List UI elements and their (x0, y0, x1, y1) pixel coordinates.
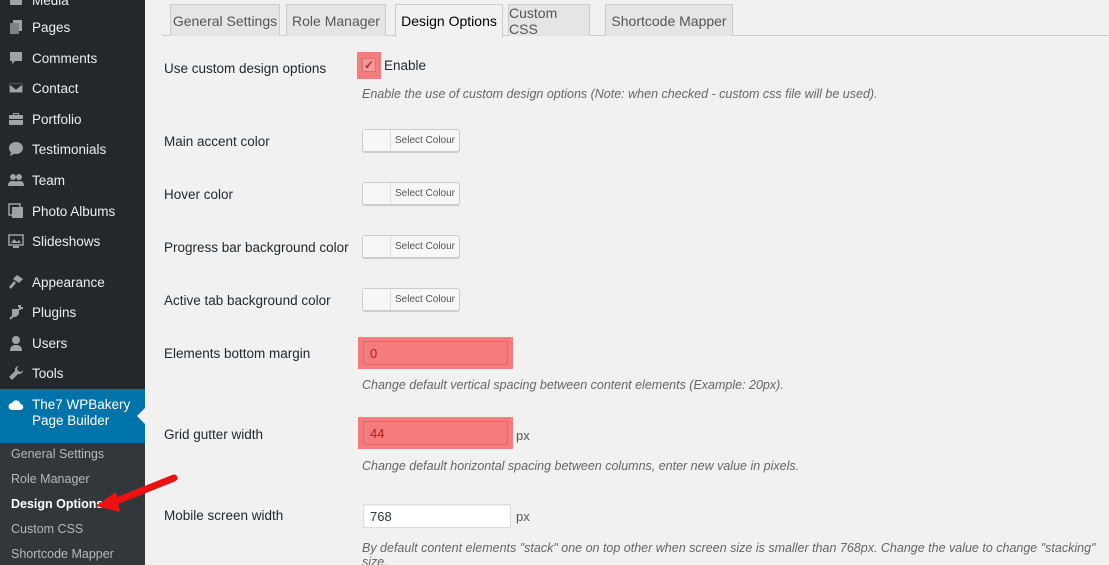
photo-albums-icon (8, 203, 24, 219)
submenu-design-options[interactable]: Design Options (11, 497, 103, 511)
team-icon (8, 172, 24, 188)
hover-color-button[interactable]: Select Colour (362, 182, 460, 205)
mobile-width-input[interactable] (363, 504, 511, 528)
sidebar-item-testimonials[interactable]: Testimonials (0, 134, 145, 164)
cloud-icon (8, 397, 24, 413)
sidebar-item-tools[interactable]: Tools (0, 358, 145, 388)
paintbrush-icon (8, 274, 24, 290)
progress-bar-color-label: Progress bar background color (164, 240, 349, 255)
bottom-margin-input[interactable] (363, 341, 508, 365)
user-icon (8, 335, 24, 351)
tab-general-settings[interactable]: General Settings (170, 4, 280, 36)
plugin-icon (8, 304, 24, 320)
sidebar-item-pages[interactable]: Pages (0, 12, 145, 42)
mobile-width-label: Mobile screen width (164, 508, 284, 523)
gutter-input[interactable] (363, 421, 508, 445)
admin-sidebar: Media Pages Comments Contact Portfolio T… (0, 0, 145, 565)
sidebar-item-photo-albums[interactable]: Photo Albums (0, 196, 145, 226)
enable-label[interactable]: Enable (384, 58, 426, 73)
gutter-unit: px (516, 428, 530, 443)
briefcase-icon (8, 111, 24, 127)
checkbox-highlight: ✓ (357, 52, 381, 79)
tab-role-manager[interactable]: Role Manager (286, 4, 386, 36)
sidebar-item-slideshows[interactable]: Slideshows (0, 226, 145, 256)
tab-shortcode-mapper[interactable]: Shortcode Mapper (605, 4, 733, 36)
color-swatch (363, 183, 391, 204)
bottom-margin-highlight (358, 337, 513, 369)
tab-bar: General Settings Role Manager Design Opt… (162, 0, 1109, 37)
color-swatch (363, 236, 391, 257)
active-tab-color-label: Active tab background color (164, 293, 331, 308)
envelope-icon (8, 80, 24, 96)
enable-checkbox[interactable]: ✓ (362, 58, 376, 72)
submenu-general-settings[interactable]: General Settings (11, 447, 104, 461)
bottom-margin-description: Change default vertical spacing between … (362, 378, 784, 392)
gutter-description: Change default horizontal spacing betwee… (362, 459, 800, 473)
submenu-shortcode-mapper[interactable]: Shortcode Mapper (11, 547, 114, 561)
color-swatch (363, 289, 391, 310)
main-accent-color-button[interactable]: Select Colour (362, 129, 460, 152)
active-indicator (137, 408, 145, 424)
sidebar-item-plugins[interactable]: Plugins (0, 297, 145, 327)
custom-design-description: Enable the use of custom design options … (362, 87, 878, 101)
gutter-label: Grid gutter width (164, 427, 264, 442)
comments-icon (8, 50, 24, 66)
mobile-width-unit: px (516, 509, 530, 524)
sidebar-item-wpbakery[interactable]: The7 WPBakery Page Builder (0, 389, 145, 443)
wrench-icon (8, 365, 24, 381)
sidebar-item-users[interactable]: Users (0, 328, 145, 358)
submenu: General Settings Role Manager Design Opt… (0, 443, 145, 565)
pages-icon (8, 19, 24, 35)
custom-design-label: Use custom design options (164, 61, 327, 76)
progress-bar-color-button[interactable]: Select Colour (362, 235, 460, 258)
main-accent-color-label: Main accent color (164, 134, 270, 149)
sidebar-item-portfolio[interactable]: Portfolio (0, 104, 145, 134)
media-icon (8, 0, 24, 8)
sidebar-item-appearance[interactable]: Appearance (0, 267, 145, 297)
quote-bubble-icon (8, 141, 24, 157)
sidebar-item-contact[interactable]: Contact (0, 73, 145, 103)
color-swatch (363, 130, 391, 151)
mobile-width-description: By default content elements "stack" one … (362, 541, 1096, 565)
active-tab-color-button[interactable]: Select Colour (362, 288, 460, 311)
sidebar-item-team[interactable]: Team (0, 165, 145, 195)
gutter-highlight (358, 417, 513, 449)
tab-custom-css[interactable]: Custom CSS (508, 4, 590, 37)
submenu-custom-css[interactable]: Custom CSS (11, 522, 83, 536)
sidebar-item-comments[interactable]: Comments (0, 43, 145, 73)
tab-design-options[interactable]: Design Options (395, 4, 503, 37)
hover-color-label: Hover color (164, 187, 234, 202)
submenu-role-manager[interactable]: Role Manager (11, 472, 90, 486)
bottom-margin-label: Elements bottom margin (164, 346, 311, 361)
slideshow-icon (8, 233, 24, 249)
